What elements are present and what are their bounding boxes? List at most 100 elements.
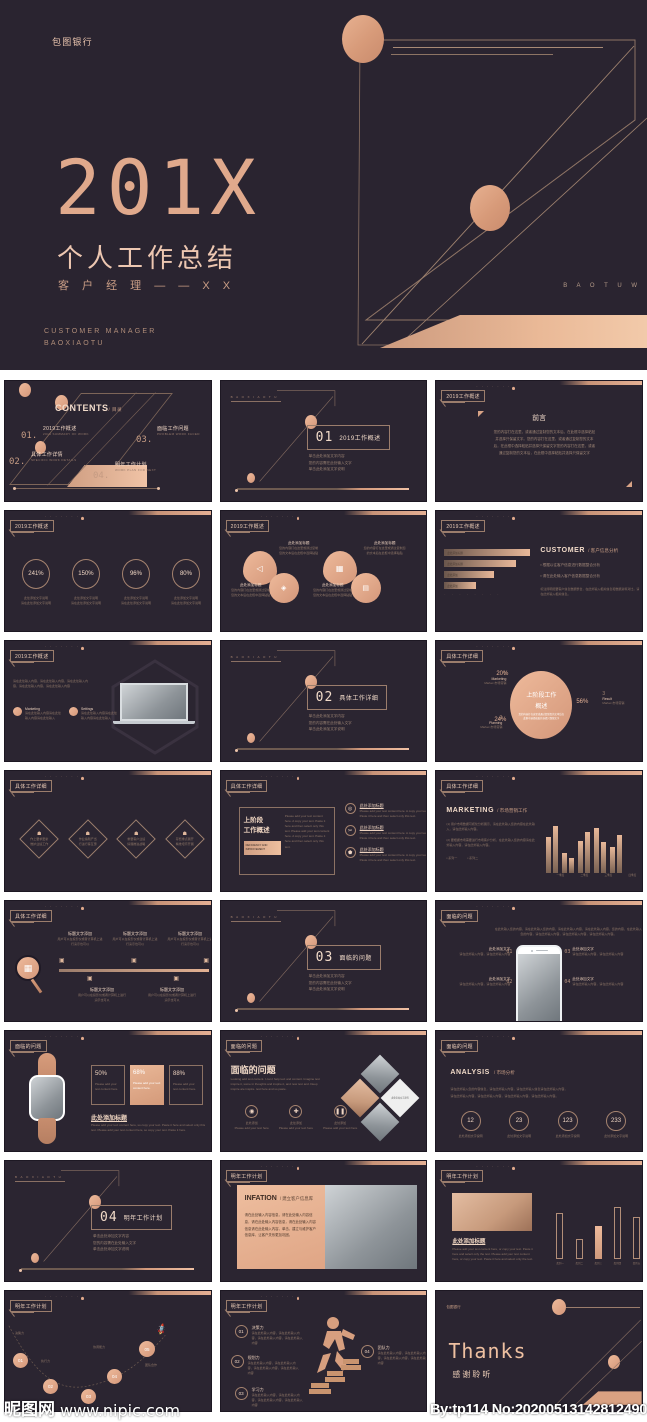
watch-tag: 面临的问题 bbox=[10, 1040, 47, 1052]
circle-3: ▦ bbox=[322, 551, 357, 585]
customer-bar-3: 此处添加 bbox=[444, 571, 495, 578]
thumb-section-02[interactable]: B A O X I A O T U 02 具体工作详细 单击此处添加文字内容 您… bbox=[219, 640, 428, 762]
thumb-section-01[interactable]: B A O X I A O T U 01 2019工作概述 单击此处添加文字内容… bbox=[219, 380, 428, 502]
stage-point-2-sub: Market 市场营销 bbox=[480, 725, 503, 729]
thumb-analysis[interactable]: · · · · · · · · 面临的问题 ANALYSIS / 市场分析 请在… bbox=[435, 1030, 643, 1152]
roadmap-node-3-label: 协调能力 bbox=[93, 1345, 106, 1349]
watermark-logo: 昵图网 bbox=[4, 1400, 55, 1419]
customer-bar-1: 此处添加标题 bbox=[444, 549, 531, 556]
phone-item-3-body: 请在此处输入内容，请在此处输入内容 bbox=[572, 952, 624, 956]
stage-ov-title-1: 上阶段 bbox=[243, 817, 264, 824]
roadmap-node-5-num: 05 bbox=[144, 1346, 150, 1352]
customer-text-col: CUSTOMER / 客户信息分析 ▪ 根据以往客户信息进行数据整合分析 ▪ 请… bbox=[540, 547, 640, 597]
marketing-tag: 具体工作详细 bbox=[441, 780, 484, 792]
analysis-counter-4-value: 233 bbox=[606, 1111, 627, 1131]
problems-icon-1: ◉ 此处添加 Please add your text here bbox=[235, 1105, 269, 1131]
thumb-magnifier[interactable]: · · · · · · · · 具体工作详细 ▦ 标题文字添加 用户可以在投影仪… bbox=[4, 900, 212, 1022]
circle-card-4: 此处添加标题 您的内容打在这里或通过复制您的文本后在此框中选择粘贴 bbox=[313, 583, 353, 598]
watch-card-3-value: 88% bbox=[173, 1071, 186, 1077]
contents-item-3[interactable]: 03. bbox=[136, 429, 152, 447]
marketing-bar-chart bbox=[546, 811, 642, 873]
stage-ov-item-1-body: Please add your text content here. A cop… bbox=[359, 809, 428, 819]
contents-blob-1 bbox=[19, 383, 31, 397]
thumb-stairs-runner[interactable]: · · · · · · · · 明年工作计划 01 决策力 请在此处输入内容，请… bbox=[219, 1290, 428, 1412]
contents-heading: CONTENTS/ 目录 bbox=[55, 403, 122, 413]
thumb-stat-rings[interactable]: · · · · · · · · 2019工作概述 241% 此处添加文字说明 请… bbox=[4, 510, 212, 632]
title-slide: 包图银行 201X 个人工作总结 客 户 经 理 — — X X CUSTOME… bbox=[0, 0, 647, 370]
marketing-text: MARKETING / 市场营销工作 (1) 用户市场数据可视化分析展示，请在此… bbox=[446, 807, 536, 861]
mag-bot-1-body: 用户可以在投影仪或者计算机上进行演示也可以 bbox=[77, 993, 126, 1003]
analysis-counter-3-label: 此处添加文字说明 bbox=[555, 1134, 580, 1138]
thumb-phone[interactable]: · · · · · · · · 面临的问题 在此处输入您的内容，请在此处输入您的… bbox=[435, 900, 643, 1022]
contents-item-2[interactable]: 02. bbox=[9, 451, 25, 469]
thumb-stage-overview[interactable]: · · · · · · · · 具体工作详细 上阶段 工作概述 DEFICIEN… bbox=[219, 770, 428, 892]
analysis-para-1: 请在此处输入您的内容信息，请在此处输入内容，请在此处输入信息请在此处输入内容， bbox=[450, 1087, 568, 1091]
thumb-contents[interactable]: CONTENTS/ 目录 01. 2019工作概述 2019 SUMMARY O… bbox=[4, 380, 212, 502]
stage-ov-item-1: ◎ 此处添加标题 Please add your text content he… bbox=[344, 803, 428, 819]
analysis-counter-1-label: 此处添加文字说明 bbox=[458, 1134, 483, 1138]
thumb-plan-chart[interactable]: · · · · · · · · 明年工作计划 此处添加标题 Please add… bbox=[435, 1160, 643, 1282]
stairs-item-3-num: 03 bbox=[234, 1387, 248, 1400]
watch-card-1-body: Please add your text content here. bbox=[95, 1082, 119, 1092]
preface-tag-tail bbox=[443, 402, 466, 403]
contents-rule bbox=[15, 488, 160, 489]
contents-item-1[interactable]: 01. bbox=[21, 425, 37, 443]
diamonds-tag: 具体工作详细 bbox=[10, 780, 52, 792]
mag-top-3-body: 用户可以在投影仪或者计算机上进行演示也可以 bbox=[167, 937, 212, 947]
stage-ov-item-2-body: Please add your text content here. A cop… bbox=[359, 831, 428, 841]
magnifier-top-row: 标题文字添加 用户可以在投影仪或者计算机上进行演示也可以 标题文字添加 用户可以… bbox=[57, 931, 212, 947]
stat-ring-1-value: 241% bbox=[21, 559, 50, 589]
stat-rings-tag: 2019工作概述 bbox=[10, 520, 54, 532]
mag-bot-1: 标题文字添加 用户可以在投影仪或者计算机上进行演示也可以 bbox=[77, 987, 127, 1003]
briefcase-icon-2: ▣ bbox=[131, 958, 137, 964]
contents-heading-en: CONTENTS bbox=[55, 403, 109, 413]
contents-rule-dot-right bbox=[157, 487, 160, 490]
stairs-tag: 明年工作计划 bbox=[225, 1300, 268, 1312]
contents-item-4-title: 明年工作计划 bbox=[115, 462, 147, 468]
thumb-section-03[interactable]: B A O X I A O T U 03 面临的问题 单击此处添加文字内容 您的… bbox=[219, 900, 428, 1022]
briefcase-icon-1: ▣ bbox=[59, 958, 65, 964]
section-01-number: 01 bbox=[315, 430, 334, 445]
scissors-icon: ✂ bbox=[344, 825, 356, 837]
diamond-cell-2-body: 作业编辑产当 行进行客互惠 bbox=[78, 836, 97, 846]
customer-tag: 2019工作概述 bbox=[441, 520, 485, 532]
thumb-roadmap[interactable]: · · · · · · · · 明年工作计划 01 决策力 02 执行力 03 … bbox=[4, 1290, 212, 1412]
thumb-laptop[interactable]: · · · · · · · · 2019工作概述 请在此处输入内容，请在此处输入… bbox=[4, 640, 212, 762]
thumb-preface[interactable]: · · · · · · · · 2019工作概述 前言 您的内容打在这里，或者通… bbox=[435, 380, 643, 502]
marketing-para-1: (1) 用户市场数据可视化分析展示，请在此处输入您的内容在此处输入，请在此处输入… bbox=[446, 822, 535, 832]
marketing-para-2: (2) 要根据市场需要进行市场客户分析，在此处输入您的内容请在此处输入内容，请在… bbox=[446, 838, 535, 848]
section-04-box: 04 明年工作计划 bbox=[91, 1205, 172, 1230]
hero-en-line-2: BAOXIAOTU bbox=[44, 340, 105, 347]
stairs-item-1: 01 决策力 请在此处输入内容，请在此处输入内容，请在此处输入内容，请在此处输入… bbox=[234, 1325, 304, 1346]
analysis-counter-2: 23 此处添加文字说明 bbox=[507, 1111, 531, 1139]
thumb-watch-stats[interactable]: · · · · · · · · 面临的问题 50% Please add you… bbox=[4, 1030, 212, 1152]
analysis-counter-1-value: 12 bbox=[460, 1111, 481, 1131]
problems-icon-2: ✚ 此处添加 Please add your text here bbox=[279, 1105, 313, 1131]
stage-center-body: 您的内容打在这里或通过复制您的文本后在此框中选择粘贴并选择只保留文字 bbox=[518, 712, 565, 720]
shield-icon: ⬟ bbox=[344, 847, 356, 859]
contents-item-4-sub: WORK PLAN FOR NEXT bbox=[115, 468, 157, 472]
roadmap-node-2: 02 bbox=[43, 1379, 58, 1394]
thumb-infation[interactable]: · · · · · · · · 明年工作计划 INFATION / 建立客户信息… bbox=[219, 1160, 428, 1282]
marketing-cat-1: 一季度 bbox=[556, 874, 565, 877]
thumb-section-04[interactable]: B A O X I A O T U 04 明年工作计划 单击此处添加文字内容 您… bbox=[4, 1160, 212, 1282]
stairs-item-4-body: 请在此处输入内容，请在此处输入内容，请在此处输入内容，请在此处输入内容 bbox=[377, 1351, 428, 1366]
target-icon: ◎ bbox=[344, 803, 356, 814]
thumb-thanks[interactable]: 包图银行 Thanks 感谢聆听 bbox=[435, 1290, 643, 1412]
infation-tag: 明年工作计划 bbox=[225, 1170, 268, 1182]
diamond-cell-1-body: 作上要求更新 维护业绩工作 bbox=[30, 836, 49, 846]
thumb-four-diamonds[interactable]: · · · · · · · · 具体工作详细 ☗ 作上要求更新 维护业绩工作 ☗… bbox=[4, 770, 212, 892]
diamond-cell-1: ☗ 作上要求更新 维护业绩工作 bbox=[19, 819, 60, 859]
circle-card-3-body: 您的内容打在这里或通过复制您的文本后在此框中选择粘贴 bbox=[231, 588, 271, 598]
problems-body: Looking add text content. I can I help t… bbox=[230, 1077, 320, 1092]
plan-chart-footer-title: 此处添加标题 bbox=[452, 1239, 486, 1245]
thumb-four-circles[interactable]: · · · · · · · · 2019工作概述 ◁ ◈ ▦ ▤ 此处添加标题 … bbox=[219, 510, 428, 632]
thumb-customer-bars[interactable]: · · · · · · · · 2019工作概述 此处添加标题 此处添加标题 此… bbox=[435, 510, 643, 632]
section-04-body: 单击此处添加文字内容 您的内容需在此处输入文字 单击此处添加文字说明 bbox=[93, 1234, 137, 1252]
thumb-marketing-chart[interactable]: · · · · · · · · 具体工作详细 MARKETING / 市场营销工… bbox=[435, 770, 643, 892]
thumb-problems-photos[interactable]: · · · · · · · · 面临的问题 面临的问题 Looking add … bbox=[219, 1030, 428, 1152]
contents-item-4[interactable]: 04. bbox=[93, 465, 109, 483]
watermark-url: www.nipic.com bbox=[60, 1401, 181, 1420]
thumb-stage-circle[interactable]: · · · · · · · · 具体工作详细 上阶段工作 概述 您的内容打在这里… bbox=[435, 640, 643, 762]
section-03-body: 单击此处添加文字内容 您的内容需在此处输入文字 单击此处添加文字说明 bbox=[308, 974, 352, 992]
